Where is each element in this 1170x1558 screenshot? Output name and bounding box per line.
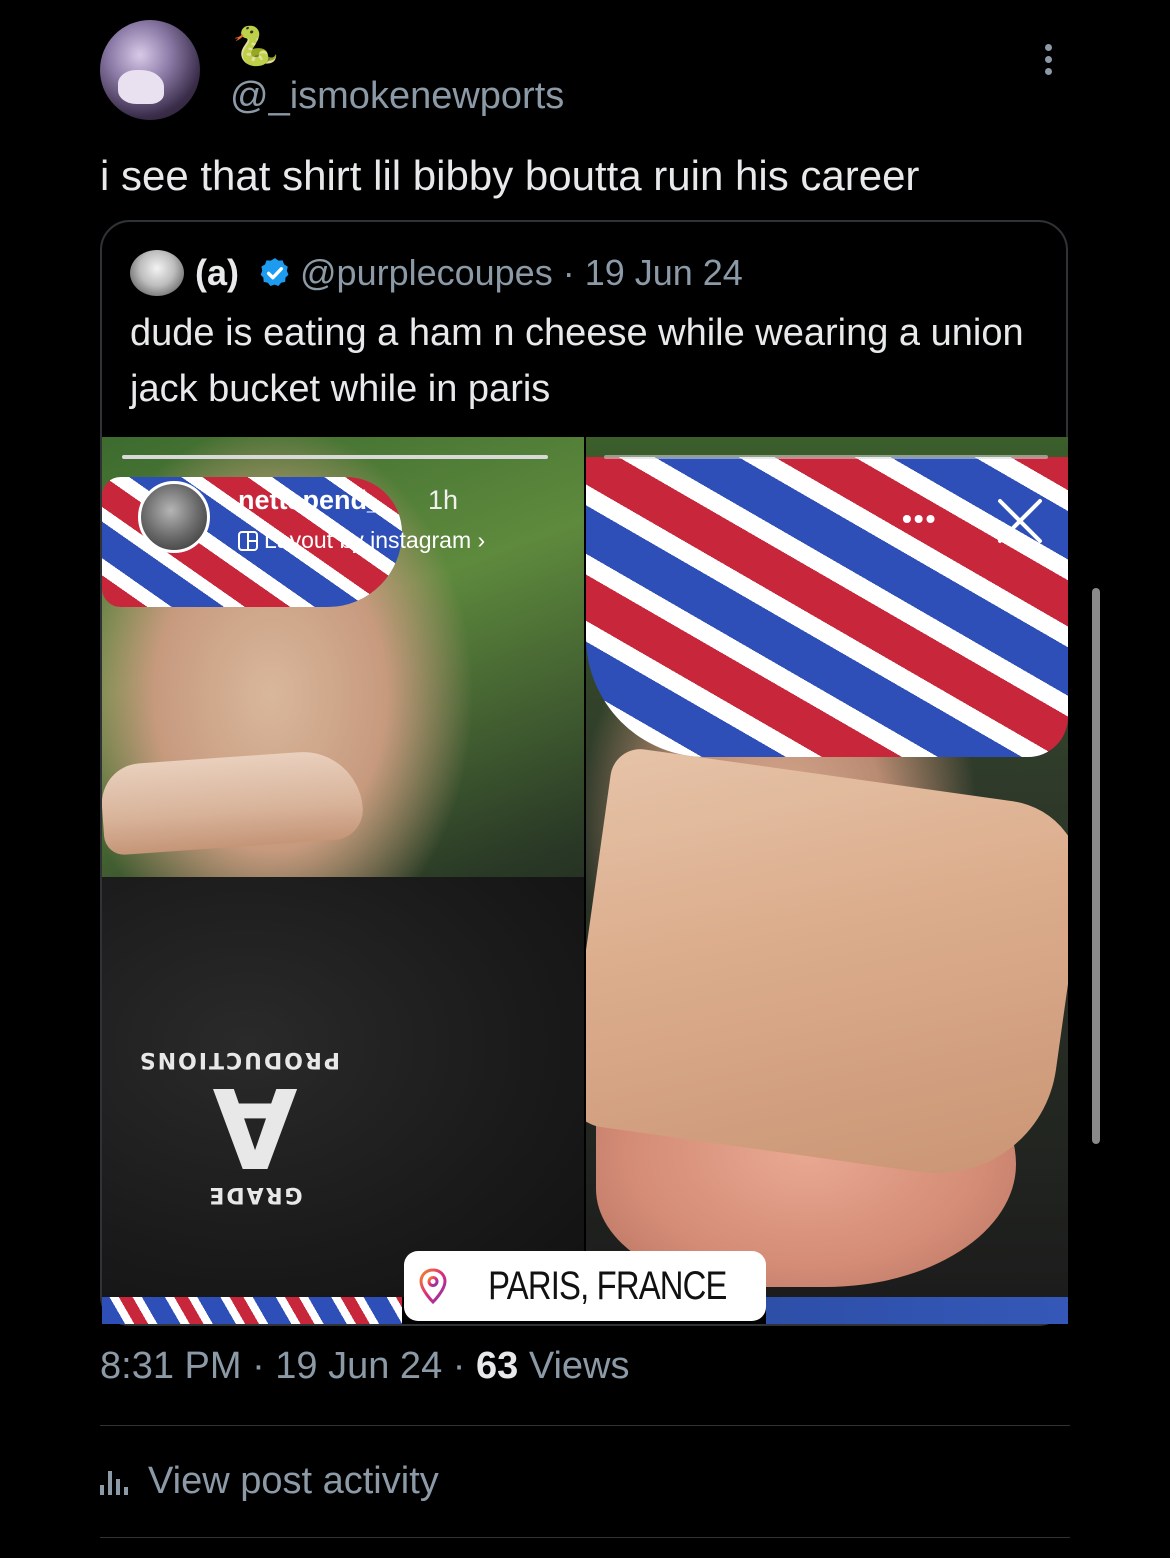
story-layout-label: Layout by instagram › xyxy=(238,527,485,554)
view-post-activity-button[interactable]: View post activity xyxy=(100,1460,439,1503)
story-time: 1h xyxy=(428,485,459,515)
quoted-user-handle-date[interactable]: @purplecoupes · 19 Jun 24 xyxy=(300,252,743,294)
analytics-icon xyxy=(100,1469,130,1495)
layout-icon xyxy=(238,531,258,551)
flag-strip xyxy=(766,1297,1068,1324)
shirt-logo: GRADE A PRODUCTIONS xyxy=(137,1047,340,1207)
quoted-post-text: dude is eating a ham n cheese while wear… xyxy=(130,312,1024,410)
story-progress-bar xyxy=(122,455,548,459)
sandwich xyxy=(586,745,1068,1189)
story-more-icon: ••• xyxy=(902,503,938,534)
verified-badge-icon xyxy=(260,258,289,287)
divider xyxy=(100,1537,1070,1538)
location-text: PARIS, FRANCE xyxy=(487,1263,727,1308)
story-user-avatar xyxy=(138,481,210,553)
scrollbar[interactable] xyxy=(1092,588,1100,1144)
close-icon xyxy=(998,499,1042,543)
story-progress-bar xyxy=(604,455,1048,459)
location-sticker: PARIS, FRANCE xyxy=(404,1251,766,1321)
post-timestamp[interactable]: 8:31 PM · 19 Jun 24 · xyxy=(100,1345,476,1387)
view-post-activity-label: View post activity xyxy=(148,1460,439,1502)
display-name-emoji[interactable]: 🐍 xyxy=(232,28,279,66)
story-photo-left: GRADE A PRODUCTIONS xyxy=(102,437,584,1297)
story-username: nettspend_ xyxy=(238,485,383,515)
sandwich xyxy=(102,748,365,856)
quoted-user-name[interactable]: (a) xyxy=(195,252,239,294)
quoted-media-image[interactable]: GRADE A PRODUCTIONS nettspend_ 1h Layout… xyxy=(102,437,1068,1324)
user-avatar[interactable] xyxy=(100,20,200,120)
story-photo-right xyxy=(586,437,1068,1297)
location-pin-icon xyxy=(419,1268,447,1304)
user-handle[interactable]: @_ismokenewports xyxy=(230,75,564,118)
post-meta: 8:31 PM · 19 Jun 24 · 63 Views xyxy=(100,1345,630,1388)
divider xyxy=(100,1425,1070,1426)
tweet-text: i see that shirt lil bibby boutta ruin h… xyxy=(100,152,920,199)
more-options-icon[interactable] xyxy=(1036,44,1060,80)
views-count: 63 xyxy=(475,1345,519,1387)
views-label: Views xyxy=(518,1345,630,1387)
flag-strip xyxy=(102,1297,402,1324)
quoted-user-avatar[interactable] xyxy=(130,250,184,296)
